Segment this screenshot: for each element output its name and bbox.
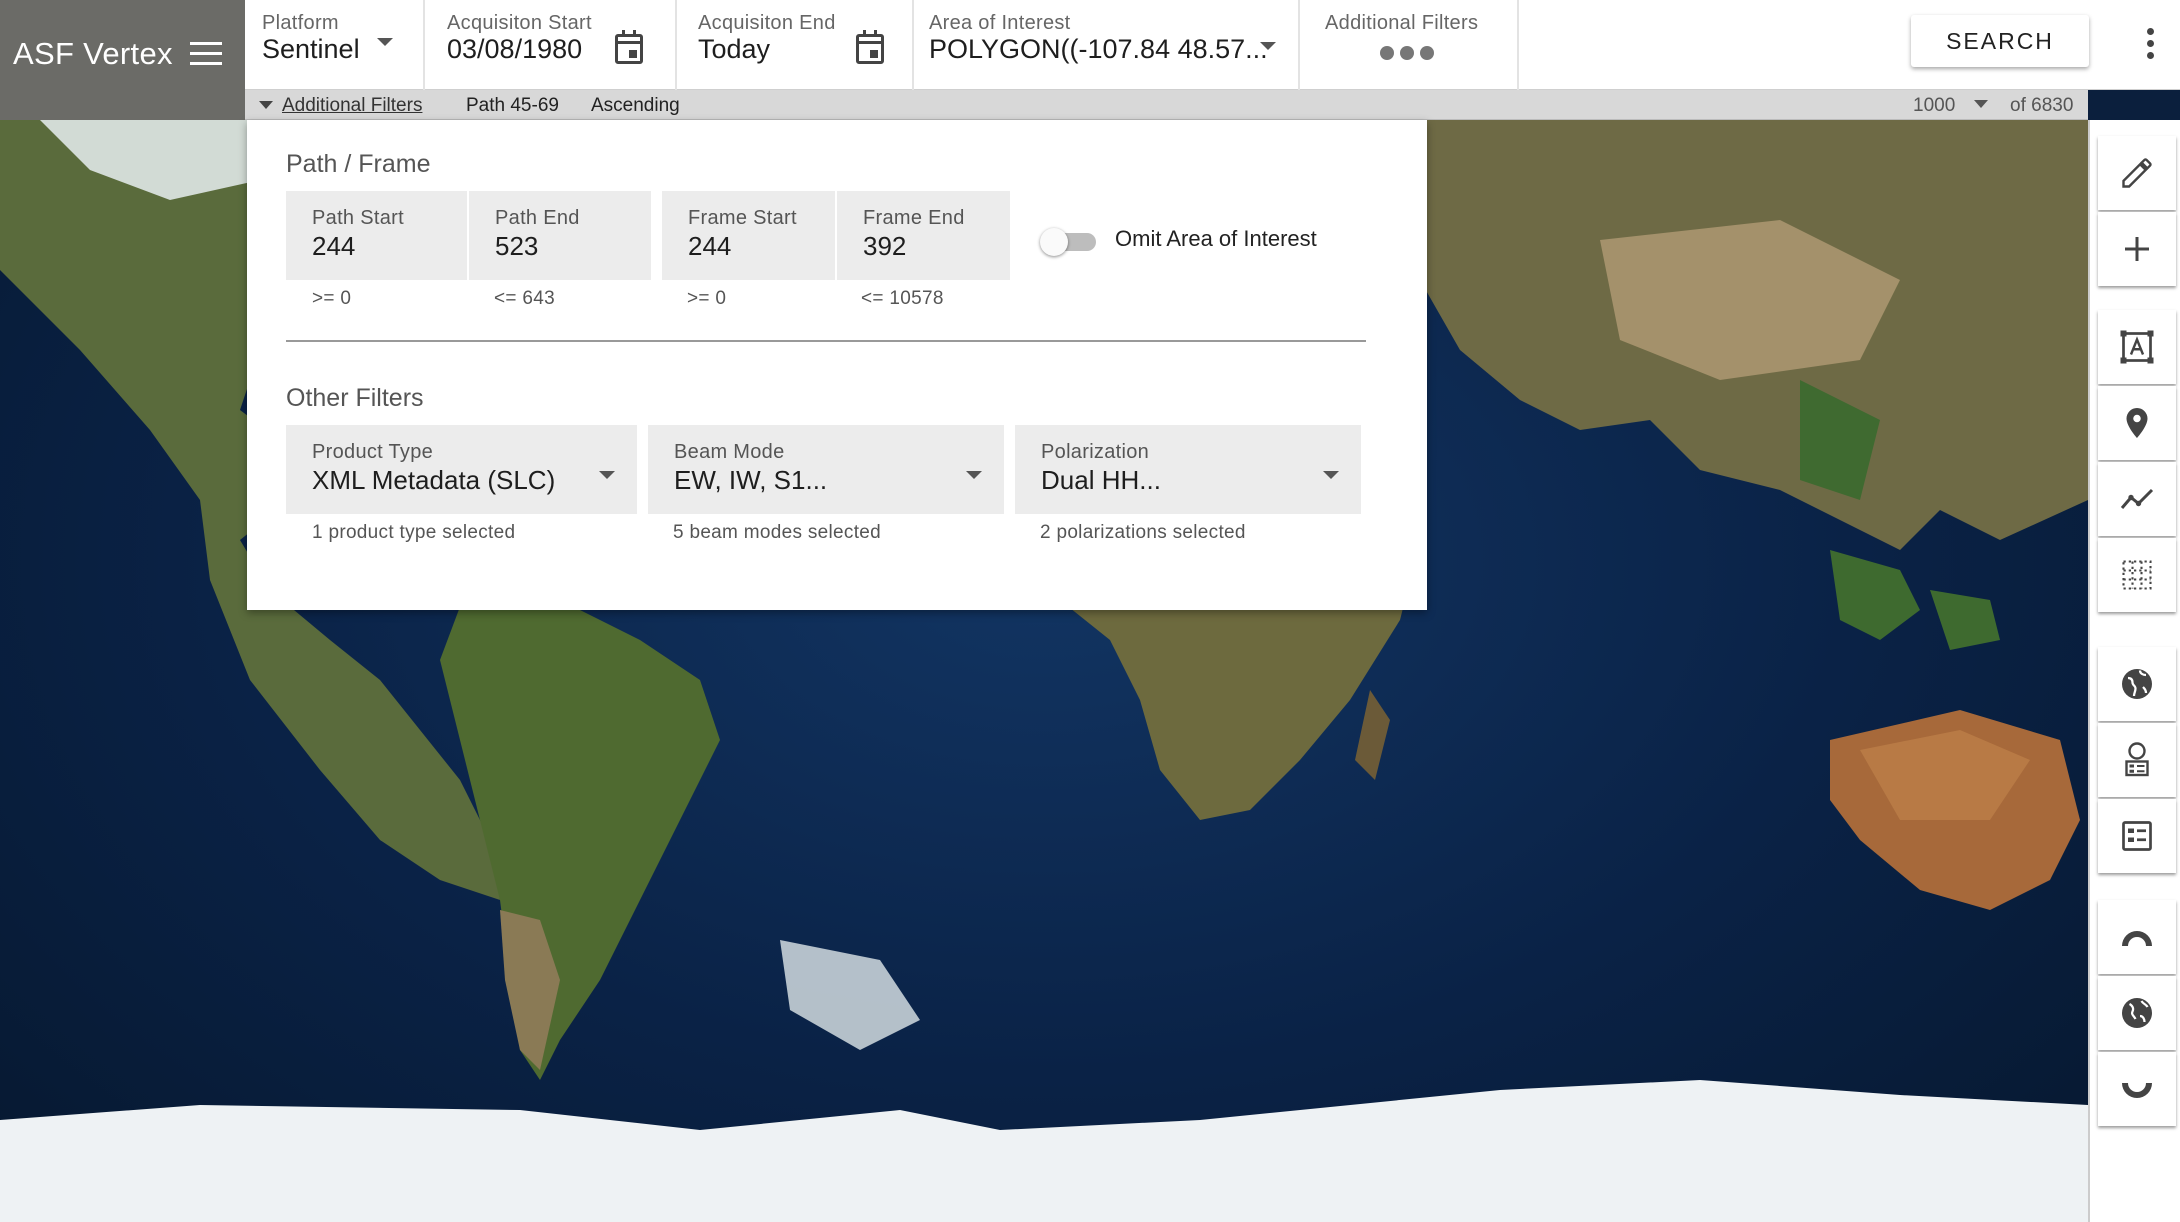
chevron-down-icon (377, 38, 393, 46)
hamburger-menu-icon[interactable] (190, 42, 222, 68)
path-end-hint: <= 643 (494, 288, 555, 309)
omit-aoi-label: Omit Area of Interest (1115, 226, 1317, 251)
other-filters-title: Other Filters (286, 384, 424, 412)
beam-mode-value: EW, IW, S1... (674, 465, 828, 495)
globe-list-button[interactable] (2098, 723, 2176, 797)
acquisition-start-label: Acquisiton Start (447, 12, 592, 34)
top-toolbar: Platform Sentinel Acquisiton Start 03/08… (0, 0, 2180, 90)
frame-end-hint: <= 10578 (861, 288, 944, 309)
platform-select[interactable]: Platform Sentinel (245, 0, 425, 90)
polarization-hint: 2 polarizations selected (1040, 522, 1246, 543)
linestring-draw-button[interactable] (2098, 462, 2176, 536)
chevron-down-icon (966, 471, 982, 479)
path-start-value: 244 (312, 231, 356, 261)
box-draw-icon (2120, 330, 2154, 364)
max-results-value[interactable]: 1000 (1913, 95, 1955, 117)
product-type-label: Product Type (312, 441, 434, 463)
additional-filters-toggle[interactable]: Additional Filters (1300, 0, 1519, 90)
collapse-triangle-icon[interactable] (259, 101, 273, 109)
product-type-hint: 1 product type selected (312, 522, 516, 543)
additional-filters-label: Additional Filters (1325, 12, 1479, 34)
add-tool-button[interactable] (2098, 212, 2176, 286)
area-of-interest-value: POLYGON((-107.84 48.57... (929, 34, 1268, 64)
area-of-interest-select[interactable]: Area of Interest POLYGON((-107.84 48.57.… (914, 0, 1300, 90)
app-title: ASF Vertex (13, 36, 173, 71)
antarctic-projection-button[interactable] (2098, 1052, 2176, 1126)
map-tool-rail (2088, 120, 2180, 1222)
acquisition-end-label: Acquisiton End (698, 12, 836, 34)
acquisition-start-value: 03/08/1980 (447, 34, 583, 64)
frame-start-field[interactable]: Frame Start 244 (662, 191, 835, 280)
list-view-button[interactable] (2098, 799, 2176, 873)
point-icon (2126, 408, 2148, 438)
beam-mode-hint: 5 beam modes selected (673, 522, 882, 543)
point-draw-button[interactable] (2098, 386, 2176, 460)
grid-icon (2122, 560, 2152, 590)
platform-label: Platform (262, 12, 339, 34)
calendar-icon[interactable] (615, 30, 643, 64)
arctic-icon (2122, 931, 2152, 946)
antarctic-icon (2122, 1083, 2152, 1098)
polarization-value: Dual HH... (1041, 465, 1161, 495)
polarization-select[interactable]: Polarization Dual HH... (1015, 425, 1361, 514)
draw-tool-button[interactable] (2098, 136, 2176, 210)
acquisition-end-value: Today (698, 34, 771, 64)
more-dots-icon (1380, 46, 1440, 65)
path-start-field[interactable]: Path Start 244 (286, 191, 467, 280)
pencil-icon (2122, 158, 2152, 188)
path-start-label: Path Start (312, 207, 404, 229)
linestring-icon (2120, 488, 2154, 509)
path-start-hint: >= 0 (312, 288, 352, 309)
polarization-label: Polarization (1041, 441, 1150, 463)
equatorial-projection-button[interactable] (2098, 976, 2176, 1050)
frame-start-hint: >= 0 (687, 288, 727, 309)
arctic-projection-button[interactable] (2098, 900, 2176, 974)
equatorial-globe-icon (2122, 998, 2152, 1028)
calendar-icon[interactable] (856, 30, 884, 64)
platform-value: Sentinel (262, 34, 360, 64)
globe-icon (2122, 669, 2152, 699)
globe-list-icon (2125, 742, 2149, 777)
frame-end-field[interactable]: Frame End 392 (837, 191, 1010, 280)
overflow-menu-icon[interactable] (2140, 28, 2160, 62)
path-end-field[interactable]: Path End 523 (469, 191, 651, 280)
beam-mode-select[interactable]: Beam Mode EW, IW, S1... (648, 425, 1004, 514)
section-divider (286, 340, 1366, 342)
frame-start-value: 244 (688, 231, 732, 261)
total-results-count: of 6830 (2010, 95, 2074, 116)
frame-end-value: 392 (863, 231, 907, 261)
direction-summary: Ascending (591, 95, 680, 116)
globe-view-button[interactable] (2098, 647, 2176, 721)
chevron-down-icon (599, 471, 615, 479)
plus-icon (2125, 237, 2149, 261)
additional-filters-panel: Path / Frame Path Start 244 Path End 523… (247, 120, 1427, 610)
chevron-down-icon (1323, 471, 1339, 479)
search-button[interactable]: SEARCH (1911, 15, 2089, 67)
chevron-down-icon[interactable] (1974, 100, 1988, 108)
toggle-thumb (1040, 228, 1068, 256)
chevron-down-icon (1260, 42, 1276, 50)
path-frame-title: Path / Frame (286, 150, 431, 178)
acquisition-end-field[interactable]: Acquisiton End Today (677, 0, 914, 90)
path-end-label: Path End (495, 207, 580, 229)
product-type-select[interactable]: Product Type XML Metadata (SLC) (286, 425, 637, 514)
list-icon (2122, 821, 2152, 851)
omit-aoi-toggle[interactable] (1040, 228, 1098, 256)
acquisition-start-field[interactable]: Acquisiton Start 03/08/1980 (425, 0, 677, 90)
box-draw-button[interactable] (2098, 310, 2176, 384)
product-type-value: XML Metadata (SLC) (312, 465, 556, 495)
path-end-value: 523 (495, 231, 539, 261)
frame-start-label: Frame Start (688, 207, 797, 229)
path-summary: Path 45-69 (466, 95, 559, 116)
additional-filters-link[interactable]: Additional Filters (282, 95, 422, 117)
beam-mode-label: Beam Mode (674, 441, 785, 463)
frame-end-label: Frame End (863, 207, 965, 229)
grid-button[interactable] (2098, 538, 2176, 612)
filter-summary-bar: Additional Filters Path 45-69 Ascending … (245, 90, 2088, 120)
brand-header: ASF Vertex (0, 0, 245, 120)
area-of-interest-label: Area of Interest (929, 12, 1071, 34)
